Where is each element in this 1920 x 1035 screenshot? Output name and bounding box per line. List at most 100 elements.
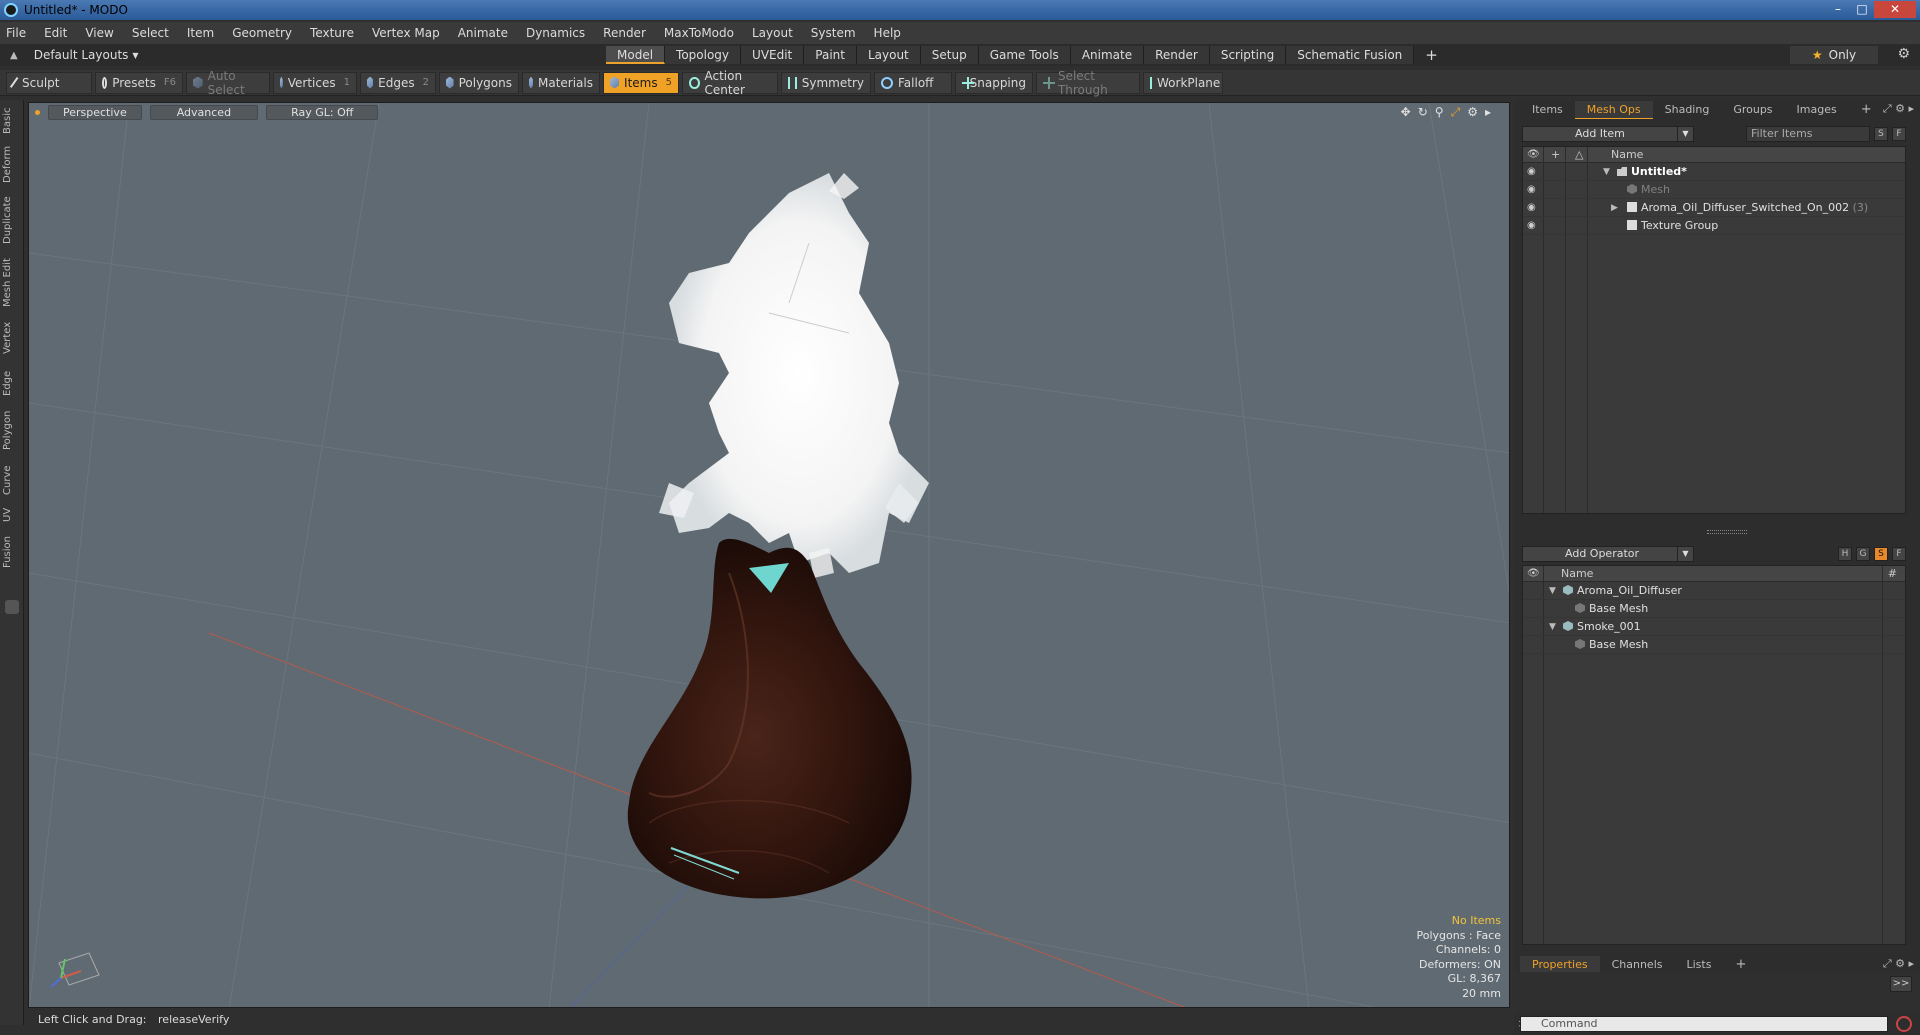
sculpt-button[interactable]: Sculpt xyxy=(6,71,92,94)
tab-game-tools[interactable]: Game Tools xyxy=(978,46,1071,64)
left-tab-uv[interactable]: UV xyxy=(2,504,22,526)
minimize-button[interactable]: – xyxy=(1826,1,1850,18)
3d-viewport[interactable]: Perspective Advanced Ray GL: Off ✥ ↻ ⚲ ⤢… xyxy=(28,102,1510,1008)
tab-layout[interactable]: Layout xyxy=(856,46,921,64)
left-tab-vertex[interactable]: Vertex xyxy=(2,318,22,358)
expand-arrow-icon[interactable]: ▼ xyxy=(1603,163,1610,181)
tab-topology[interactable]: Topology xyxy=(665,46,742,64)
workplane-button[interactable]: WorkPlane xyxy=(1143,71,1223,94)
left-toggle-button[interactable] xyxy=(5,600,19,614)
maximize-button[interactable]: □ xyxy=(1850,1,1874,18)
tree-row-diffuser-group[interactable]: ◉ ▶ Aroma_Oil_Diffuser_Switched_On_002 (… xyxy=(1523,199,1905,217)
zoom-view-icon[interactable]: ⚲ xyxy=(1435,105,1444,120)
expand-arrow-icon[interactable]: ▶ xyxy=(1611,199,1618,217)
viewport-menu-dot[interactable] xyxy=(35,109,40,115)
s-button[interactable]: S xyxy=(1874,127,1888,141)
tab-paint[interactable]: Paint xyxy=(804,46,857,64)
shading-mode-button[interactable]: Advanced xyxy=(149,104,259,120)
f-button[interactable]: F xyxy=(1892,127,1906,141)
symmetry-button[interactable]: Symmetry xyxy=(781,71,871,94)
tab-render[interactable]: Render xyxy=(1144,46,1210,64)
operator-row-base-mesh[interactable]: Base Mesh xyxy=(1523,636,1905,654)
edges-button[interactable]: Edges 2 xyxy=(360,71,436,94)
tab-groups[interactable]: Groups xyxy=(1721,101,1784,119)
tab-shading[interactable]: Shading xyxy=(1653,101,1722,119)
gear-icon[interactable]: ⚙ xyxy=(1897,46,1910,62)
menu-help[interactable]: Help xyxy=(874,26,901,40)
select-through-button[interactable]: Select Through xyxy=(1036,69,1140,97)
left-tab-duplicate[interactable]: Duplicate xyxy=(2,192,22,248)
eye-icon[interactable]: ◉ xyxy=(1527,217,1536,235)
tree-row-texture-group[interactable]: ◉ Texture Group xyxy=(1523,217,1905,235)
auto-select-button[interactable]: Auto Select xyxy=(186,69,270,97)
viewport-gear-icon[interactable]: ⚙ xyxy=(1467,105,1478,120)
menu-geometry[interactable]: Geometry xyxy=(232,26,292,40)
menu-animate[interactable]: Animate xyxy=(458,26,508,40)
command-history-icon[interactable] xyxy=(1896,1016,1912,1032)
view-mode-button[interactable]: Perspective xyxy=(48,104,142,120)
vertices-button[interactable]: Vertices 1 xyxy=(273,71,357,94)
add-item-button[interactable]: Add Item ▼ xyxy=(1522,126,1694,142)
panel-options-icons[interactable]: ⤢ ⚙ ▸ xyxy=(1883,957,1914,971)
tab-images[interactable]: Images xyxy=(1785,101,1849,119)
polygons-button[interactable]: Polygons xyxy=(439,71,519,94)
tab-animate[interactable]: Animate xyxy=(1070,46,1145,64)
add-tab-icon[interactable]: + xyxy=(1414,46,1449,64)
menu-vertex-map[interactable]: Vertex Map xyxy=(372,26,440,40)
tab-uvedit[interactable]: UVEdit xyxy=(741,46,805,64)
menu-texture[interactable]: Texture xyxy=(310,26,354,40)
tab-model[interactable]: Model xyxy=(606,46,666,64)
expand-arrow-icon[interactable]: ▼ xyxy=(1549,582,1556,600)
layout-selector[interactable]: ▲ Default Layouts ▼ xyxy=(10,48,139,62)
viewport-expand-icon[interactable]: ▸ xyxy=(1485,105,1491,120)
tab-schematic-fusion[interactable]: Schematic Fusion xyxy=(1286,46,1415,64)
menu-maxtomodo[interactable]: MaxToModo xyxy=(664,26,734,40)
raygl-button[interactable]: Ray GL: Off xyxy=(266,104,379,120)
operator-row-diffuser[interactable]: ▼ Aroma_Oil_Diffuser xyxy=(1523,582,1905,600)
menu-file[interactable]: File xyxy=(6,26,26,40)
menu-view[interactable]: View xyxy=(85,26,113,40)
operator-row-smoke[interactable]: ▼ Smoke_001 xyxy=(1523,618,1905,636)
eye-icon[interactable]: ◉ xyxy=(1527,181,1536,199)
falloff-button[interactable]: Falloff xyxy=(874,71,952,94)
items-button[interactable]: Items 5 xyxy=(603,71,679,94)
menu-layout[interactable]: Layout xyxy=(752,26,793,40)
panel-splitter[interactable] xyxy=(1522,528,1906,536)
tree-row-scene[interactable]: ◉ ▼ Untitled* xyxy=(1523,163,1905,181)
tab-setup[interactable]: Setup xyxy=(920,46,979,64)
presets-button[interactable]: Presets F6 xyxy=(95,71,183,94)
add-panel-tab-icon[interactable]: + xyxy=(1849,101,1884,119)
left-tab-polygon[interactable]: Polygon xyxy=(2,406,22,454)
menu-item[interactable]: Item xyxy=(187,26,214,40)
move-view-icon[interactable]: ✥ xyxy=(1401,105,1411,120)
action-center-button[interactable]: Action Center xyxy=(682,69,778,97)
menu-dynamics[interactable]: Dynamics xyxy=(526,26,585,40)
tab-mesh-ops[interactable]: Mesh Ops xyxy=(1574,101,1653,119)
command-input[interactable]: Command xyxy=(1520,1016,1888,1032)
menu-select[interactable]: Select xyxy=(132,26,169,40)
left-tab-deform[interactable]: Deform xyxy=(2,144,22,184)
g-button[interactable]: G xyxy=(1856,547,1870,561)
left-tab-fusion[interactable]: Fusion xyxy=(2,532,22,572)
tree-row-mesh[interactable]: ◉ Mesh xyxy=(1523,181,1905,199)
tab-items[interactable]: Items xyxy=(1520,101,1575,119)
filter-items-input[interactable]: Filter Items xyxy=(1746,126,1870,142)
f-toggle-button[interactable]: F xyxy=(1892,547,1906,561)
left-tab-curve[interactable]: Curve xyxy=(2,460,22,500)
only-button[interactable]: ★ Only xyxy=(1790,46,1878,64)
left-tab-mesh-edit[interactable]: Mesh Edit xyxy=(2,256,22,310)
left-tab-edge[interactable]: Edge xyxy=(2,366,22,400)
fit-view-icon[interactable]: ⤢ xyxy=(1451,105,1461,120)
snapping-button[interactable]: Snapping xyxy=(955,71,1033,94)
s-toggle-button[interactable]: S xyxy=(1874,547,1888,561)
add-operator-button[interactable]: Add Operator ▼ xyxy=(1522,546,1694,562)
panel-options-icons[interactable]: ⤢ ⚙ ▸ xyxy=(1883,102,1914,116)
expand-arrow-icon[interactable]: ▼ xyxy=(1549,618,1556,636)
materials-button[interactable]: Materials xyxy=(522,71,600,94)
operator-row-base-mesh[interactable]: Base Mesh xyxy=(1523,600,1905,618)
menu-edit[interactable]: Edit xyxy=(44,26,67,40)
menu-render[interactable]: Render xyxy=(603,26,646,40)
rotate-view-icon[interactable]: ↻ xyxy=(1418,105,1428,120)
left-tab-basic[interactable]: Basic xyxy=(2,106,22,136)
eye-icon[interactable]: ◉ xyxy=(1527,199,1536,217)
